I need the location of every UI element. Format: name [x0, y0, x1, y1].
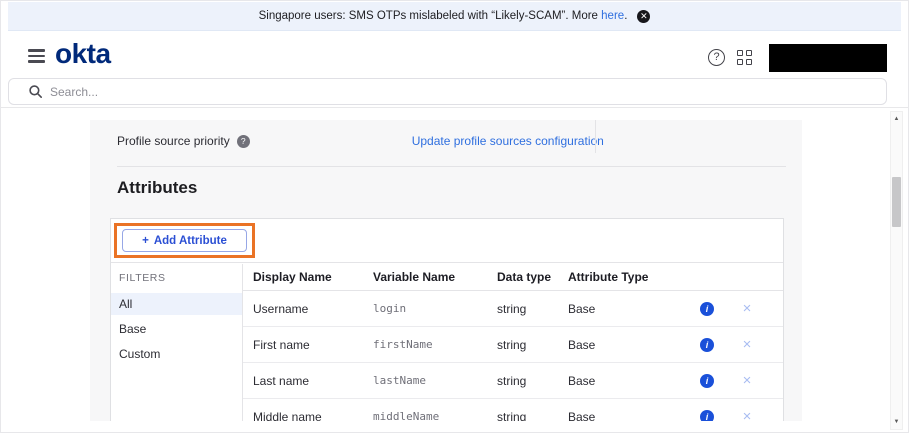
- info-question-icon[interactable]: ?: [237, 135, 250, 148]
- data-type-cell: string: [497, 302, 568, 316]
- add-attribute-button[interactable]: + Add Attribute: [122, 229, 247, 252]
- menu-icon[interactable]: [28, 49, 45, 66]
- column-header-variable-name: Variable Name: [373, 270, 497, 284]
- account-redacted-box[interactable]: [769, 44, 887, 72]
- annotation-highlight-box: + Add Attribute: [114, 223, 255, 258]
- profile-editor-panel: Profile source priority ? Update profile…: [90, 120, 802, 421]
- card-toolbar: + Add Attribute: [111, 219, 783, 263]
- display-name-cell: First name: [253, 338, 373, 352]
- update-profile-sources-link[interactable]: Update profile sources configuration: [412, 134, 604, 148]
- add-attribute-label: Add Attribute: [154, 235, 227, 247]
- notification-banner: Singapore users: SMS OTPs mislabeled wit…: [8, 2, 901, 31]
- table-row: Middle namemiddleNamestringBase i ×: [243, 399, 783, 421]
- search-icon: [29, 85, 42, 98]
- banner-text-before: Singapore users: SMS OTPs mislabeled wit…: [259, 10, 602, 22]
- column-header-data-type: Data type: [497, 270, 568, 284]
- variable-name-cell: firstName: [373, 338, 497, 351]
- card-body: FILTERS All Base Custom Display Name Varia…: [111, 264, 783, 421]
- plus-icon: +: [142, 235, 149, 247]
- filter-item-all[interactable]: All: [111, 293, 242, 315]
- attribute-type-cell: Base: [568, 302, 687, 316]
- vertical-divider: [595, 120, 596, 153]
- global-search[interactable]: [8, 78, 887, 105]
- info-icon[interactable]: i: [700, 374, 714, 388]
- scroll-up-icon[interactable]: ▲: [890, 113, 903, 125]
- column-header-display-name: Display Name: [253, 270, 373, 284]
- filters-sidebar: FILTERS All Base Custom: [111, 264, 243, 421]
- filter-item-base[interactable]: Base: [111, 318, 242, 340]
- remove-icon[interactable]: ×: [743, 336, 752, 353]
- variable-name-cell: login: [373, 302, 497, 315]
- data-type-cell: string: [497, 410, 568, 422]
- attribute-type-cell: Base: [568, 410, 687, 422]
- profile-source-label: Profile source priority: [117, 134, 230, 148]
- attributes-title: Attributes: [117, 178, 197, 198]
- banner-here-link[interactable]: here: [601, 10, 624, 22]
- attribute-table: Display Name Variable Name Data type Att…: [243, 264, 783, 421]
- okta-admin-window: Singapore users: SMS OTPs mislabeled wit…: [0, 0, 909, 433]
- scrollbar-thumb[interactable]: [892, 177, 901, 227]
- remove-icon[interactable]: ×: [743, 300, 752, 317]
- display-name-cell: Last name: [253, 374, 373, 388]
- table-row: First namefirstNamestringBasei ×: [243, 327, 783, 363]
- apps-grid-icon[interactable]: [737, 50, 753, 66]
- section-divider: [117, 166, 786, 167]
- remove-icon[interactable]: ×: [743, 408, 752, 422]
- search-input[interactable]: [50, 85, 886, 99]
- help-icon[interactable]: ?: [708, 49, 725, 66]
- display-name-cell: Middle name: [253, 410, 373, 422]
- table-header-row: Display Name Variable Name Data type Att…: [243, 264, 783, 291]
- data-type-cell: string: [497, 374, 568, 388]
- vertical-scrollbar[interactable]: ▲ ▼: [890, 111, 903, 430]
- filter-item-custom[interactable]: Custom: [111, 343, 242, 365]
- profile-source-row: Profile source priority ? Update profile…: [117, 126, 604, 156]
- display-name-cell: Username: [253, 302, 373, 316]
- okta-logo[interactable]: okta: [55, 38, 111, 70]
- info-icon[interactable]: i: [700, 410, 714, 421]
- remove-icon[interactable]: ×: [743, 372, 752, 389]
- table-row: Last namelastNamestringBasei ×: [243, 363, 783, 399]
- scroll-down-icon[interactable]: ▼: [890, 416, 903, 428]
- attribute-type-cell: Base: [568, 374, 687, 388]
- filters-label: FILTERS: [111, 272, 242, 284]
- info-icon[interactable]: i: [700, 302, 714, 316]
- info-icon[interactable]: i: [700, 338, 714, 352]
- filter-list: All Base Custom: [111, 293, 242, 365]
- banner-text: Singapore users: SMS OTPs mislabeled wit…: [259, 10, 628, 22]
- variable-name-cell: middleName: [373, 410, 497, 421]
- banner-close-icon[interactable]: ✕: [637, 10, 650, 23]
- column-header-attribute-type: Attribute Type: [568, 270, 687, 284]
- variable-name-cell: lastName: [373, 374, 497, 387]
- header-divider: [0, 107, 909, 108]
- table-row: UsernameloginstringBasei ×: [243, 291, 783, 327]
- data-type-cell: string: [497, 338, 568, 352]
- attributes-card: + Add Attribute FILTERS All Base Custom Di…: [110, 218, 784, 421]
- banner-text-after: .: [624, 10, 627, 22]
- attribute-type-cell: Base: [568, 338, 687, 352]
- attribute-table-body: UsernameloginstringBasei×First namefirst…: [243, 291, 783, 421]
